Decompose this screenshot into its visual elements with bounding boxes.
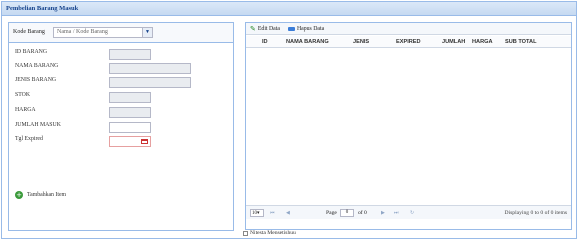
page-count: of 0 <box>358 210 367 216</box>
calendar-icon[interactable] <box>141 139 148 144</box>
checkbox-label: Nitesta Mensetishuu <box>250 230 296 236</box>
window-title: Pembelian Barang Masuk <box>2 2 576 16</box>
input-panel: Kode Barang Nama / Kode Barang ▼ ID BARA… <box>8 22 234 231</box>
refresh-icon[interactable]: ↻ <box>410 210 414 216</box>
page-size-select[interactable]: 10▾ <box>250 209 264 217</box>
nama-barang-field[interactable] <box>109 63 191 74</box>
first-page-icon[interactable]: ⏮ <box>270 210 275 216</box>
id-barang-field[interactable] <box>109 49 151 60</box>
field-label-stok: STOK <box>15 92 31 98</box>
harga-field[interactable] <box>109 107 151 118</box>
field-label-nama-barang: NAMA BARANG <box>15 63 59 69</box>
checkbox[interactable] <box>243 230 248 236</box>
search-label: Kode Barang <box>13 29 45 35</box>
page-input[interactable]: 0 <box>340 209 354 217</box>
field-label-jumlah-masuk: JUMLAH MASUK <box>15 122 61 128</box>
column-header-sub-total[interactable]: SUB TOTAL <box>505 39 537 45</box>
add-item-label: Tambahkan Item <box>27 192 67 198</box>
jenis-barang-field[interactable] <box>109 77 191 88</box>
field-label-id-barang: ID BARANG <box>15 49 48 55</box>
search-bar: Kode Barang Nama / Kode Barang ▼ <box>9 23 233 43</box>
jumlah-masuk-field[interactable] <box>109 122 151 133</box>
pencil-icon: ✎ <box>250 24 256 33</box>
last-page-icon[interactable]: ⏭ <box>394 210 399 216</box>
grid-panel: ✎ Edit Data Hapus Data ID NAMA BARANG JE… <box>245 22 572 230</box>
search-placeholder: Nama / Kode Barang <box>57 29 108 35</box>
main-window: Pembelian Barang Masuk Kode Barang Nama … <box>1 1 577 239</box>
page-size-value: 10 <box>252 211 257 216</box>
delete-icon <box>287 26 295 31</box>
edit-label: Edit Data <box>257 25 280 32</box>
display-info: Displaying 0 to 0 of 0 items <box>504 210 567 216</box>
column-header-nama-barang[interactable]: NAMA BARANG <box>286 39 329 45</box>
add-icon: + <box>15 191 23 199</box>
edit-button[interactable]: ✎ Edit Data <box>250 25 280 33</box>
prev-page-icon[interactable]: ◀ <box>286 210 290 216</box>
chevron-down-icon[interactable]: ▼ <box>142 28 152 37</box>
column-header-harga[interactable]: HARGA <box>472 39 493 45</box>
checkbox-row[interactable]: Nitesta Mensetishuu <box>243 230 296 236</box>
page-label: Page <box>326 210 337 216</box>
field-label-harga: HARGA <box>15 107 36 113</box>
field-label-jenis-barang: JENIS BARANG <box>15 77 57 83</box>
next-page-icon[interactable]: ▶ <box>381 210 385 216</box>
delete-button[interactable]: Hapus Data <box>287 25 325 32</box>
delete-label: Hapus Data <box>296 25 325 32</box>
add-item-button[interactable]: + Tambahkan Item <box>15 191 66 199</box>
column-header-expired[interactable]: EXPIRED <box>396 39 421 45</box>
tgl-expired-field[interactable] <box>109 136 151 147</box>
grid-header: ID NAMA BARANG JENIS EXPIRED JUMLAH HARG… <box>246 36 571 48</box>
column-header-id[interactable]: ID <box>262 39 268 45</box>
search-combo[interactable]: Nama / Kode Barang ▼ <box>53 27 153 38</box>
column-header-jumlah[interactable]: JUMLAH <box>442 39 465 45</box>
field-label-tgl-expired: Tgl Expired <box>15 136 43 142</box>
grid-toolbar: ✎ Edit Data Hapus Data <box>246 23 571 35</box>
stok-field[interactable] <box>109 92 151 103</box>
grid-pager: 10▾ ⏮ ◀ Page 0 of 0 ▶ ⏭ ↻ Displaying 0 t… <box>246 205 571 219</box>
column-header-jenis[interactable]: JENIS <box>353 39 369 45</box>
